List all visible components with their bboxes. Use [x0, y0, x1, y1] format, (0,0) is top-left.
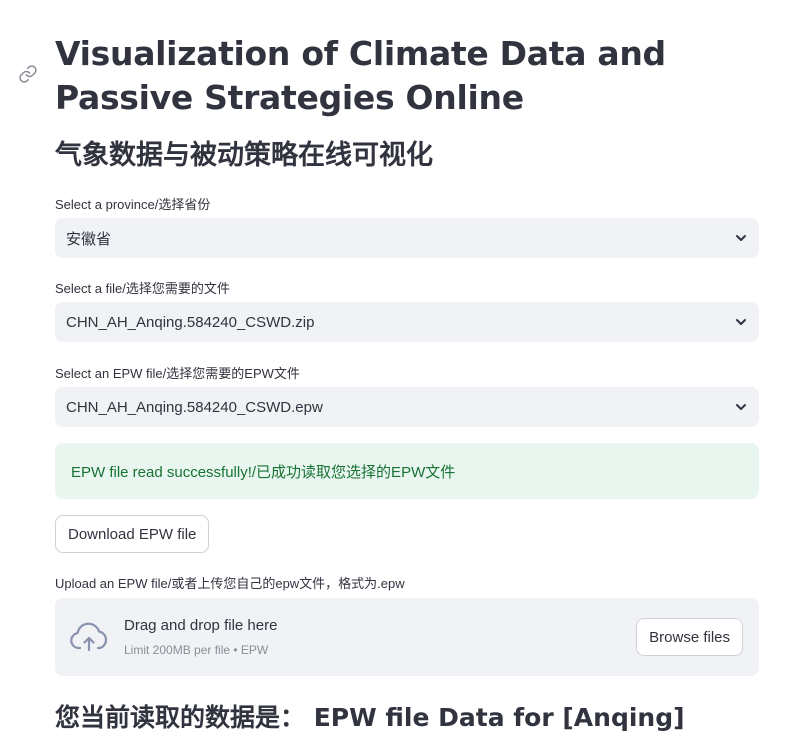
success-alert-text: EPW file read successfully!/已成功读取您选择的EPW…	[71, 463, 456, 481]
province-select-value: 安徽省	[66, 230, 112, 248]
chevron-down-icon	[736, 404, 746, 410]
file-select[interactable]: CHN_AH_Anqing.584240_CSWD.zip	[55, 302, 759, 342]
browse-files-button[interactable]: Browse files	[636, 618, 743, 656]
success-alert: EPW file read successfully!/已成功读取您选择的EPW…	[55, 443, 759, 499]
chevron-down-icon	[736, 319, 746, 325]
cloud-upload-icon	[70, 622, 108, 652]
province-select[interactable]: 安徽省	[55, 218, 759, 258]
upload-label: Upload an EPW file/或者上传您自己的epw文件，格式为.epw	[55, 576, 405, 591]
epw-select-value: CHN_AH_Anqing.584240_CSWD.epw	[66, 398, 323, 416]
link-icon[interactable]	[18, 64, 38, 84]
file-dropzone[interactable]: Drag and drop file here Limit 200MB per …	[55, 598, 759, 676]
file-select-label: Select a file/选择您需要的文件	[55, 281, 230, 296]
page-title: Visualization of Climate Data and Passiv…	[55, 34, 666, 117]
epw-select-label: Select an EPW file/选择您需要的EPW文件	[55, 366, 300, 381]
province-select-label: Select a province/选择省份	[55, 197, 211, 212]
browse-files-label: Browse files	[649, 628, 730, 646]
download-epw-button-label: Download EPW file	[68, 525, 197, 543]
dropzone-title: Drag and drop file here	[124, 617, 278, 634]
current-data-heading: 您当前读取的数据是： EPW file Data for [Anqing]	[55, 703, 685, 732]
download-epw-button[interactable]: Download EPW file	[55, 515, 210, 553]
epw-select[interactable]: CHN_AH_Anqing.584240_CSWD.epw	[55, 387, 759, 427]
file-select-value: CHN_AH_Anqing.584240_CSWD.zip	[66, 313, 315, 331]
chevron-down-icon	[736, 235, 746, 241]
dropzone-hint: Limit 200MB per file • EPW	[124, 643, 269, 657]
page-subtitle: 气象数据与被动策略在线可视化	[55, 140, 433, 171]
